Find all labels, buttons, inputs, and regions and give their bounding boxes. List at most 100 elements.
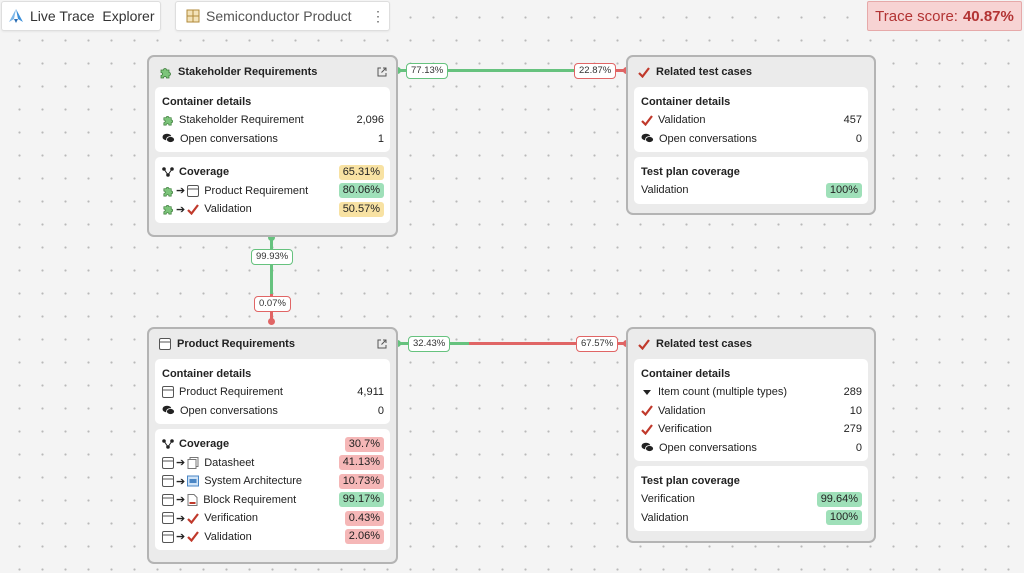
coverage-section: Coverage 65.31% ➔ Product Requirement 80…: [155, 157, 390, 223]
kebab-icon[interactable]: ⋮: [367, 8, 389, 25]
coverage-header: Coverage 30.7%: [162, 435, 384, 454]
coverage-row[interactable]: ➔ Datasheet 41.13%: [162, 454, 384, 473]
coverage-row[interactable]: ➔ Block Requirement 99.17%: [162, 491, 384, 510]
arrow-right-icon: ➔: [176, 203, 186, 216]
section-title: Test plan coverage: [641, 475, 740, 487]
arrow-right-icon: ➔: [176, 185, 186, 198]
external-link-icon[interactable]: [374, 64, 390, 80]
connector-dot: [268, 318, 275, 325]
detail-label: Item count (multiple types): [658, 386, 787, 399]
detail-row[interactable]: Item count (multiple types) 289: [641, 383, 862, 402]
coverage-label: Validation: [204, 530, 252, 543]
card-title: Related test cases: [656, 338, 752, 350]
connector-label-bottom-left[interactable]: 32.43%: [408, 336, 451, 352]
plan-label: Validation: [641, 184, 689, 197]
coverage-label: Datasheet: [204, 456, 255, 469]
coverage-badge: 99.17%: [338, 492, 384, 508]
plan-label: Verification: [641, 493, 695, 506]
detail-value: 0: [855, 132, 862, 145]
coverage-label: Block Requirement: [203, 493, 297, 506]
detail-value: 2,096: [356, 114, 384, 127]
check-icon: [638, 66, 650, 78]
coverage-title: Coverage: [179, 166, 230, 179]
project-selector[interactable]: Semiconductor Product ⋮: [175, 1, 390, 31]
stakeholder-requirements-card[interactable]: Stakeholder Requirements Container detai…: [147, 55, 398, 237]
detail-value: 0: [855, 441, 862, 454]
detail-label: Validation: [658, 114, 706, 127]
detail-row: Validation 10: [641, 402, 862, 421]
connector-label-top-right[interactable]: 22.87%: [574, 63, 617, 79]
related-test-cases-card-bottom[interactable]: Related test cases Container details Ite…: [626, 327, 876, 543]
table-icon: [162, 475, 174, 488]
check-icon: [638, 338, 650, 350]
connector-label-vertical-top[interactable]: 99.93%: [251, 249, 294, 265]
container-details-section: Container details Validation 457 Open co…: [634, 87, 868, 152]
detail-row: Open conversations 0: [162, 402, 384, 421]
coverage-row[interactable]: ➔ Validation 50.57%: [162, 200, 384, 219]
detail-label: Open conversations: [659, 132, 757, 145]
check-icon: [641, 424, 653, 435]
detail-row: Open conversations 0: [641, 130, 862, 149]
arrow-right-icon: ➔: [176, 512, 186, 525]
container-details-section: Container details Product Requirement 4,…: [155, 359, 390, 424]
connector-vertical-green: [270, 236, 273, 294]
card-title: Related test cases: [656, 66, 752, 78]
check-icon: [641, 115, 653, 126]
card-title: Stakeholder Requirements: [178, 66, 318, 78]
detail-label: Verification: [658, 423, 712, 436]
connector-label-top-left[interactable]: 77.13%: [406, 63, 449, 79]
plan-label: Validation: [641, 511, 689, 524]
product-requirements-card[interactable]: Product Requirements Container details P…: [147, 327, 398, 564]
arrow-right-icon: ➔: [176, 457, 186, 470]
plan-badge: 99.64%: [816, 491, 862, 507]
check-icon: [187, 204, 200, 215]
coverage-header: Coverage 65.31%: [162, 163, 384, 182]
check-icon: [641, 405, 653, 417]
section-title: Container details: [641, 96, 731, 108]
card-title: Product Requirements: [177, 338, 295, 350]
coverage-row[interactable]: ➔ Product Requirement 80.06%: [162, 182, 384, 201]
external-link-icon[interactable]: [374, 336, 390, 352]
section-title: Test plan coverage: [641, 166, 740, 178]
table-icon: [186, 9, 200, 23]
detail-label: Open conversations: [659, 441, 757, 454]
trace-score-value: 40.87%: [962, 7, 1014, 25]
architecture-icon: [187, 475, 200, 487]
coverage-badge: 2.06%: [344, 529, 384, 545]
section-title: Container details: [162, 368, 252, 380]
coverage-badge: 0.43%: [344, 510, 384, 526]
coverage-row[interactable]: ➔ Verification 0.43%: [162, 509, 384, 528]
chat-icon: [641, 133, 654, 144]
coverage-badge: 65.31%: [338, 164, 384, 180]
detail-label: Stakeholder Requirement: [179, 114, 304, 127]
chat-icon: [641, 442, 654, 453]
coverage-label: System Architecture: [204, 475, 303, 488]
puzzle-icon: [159, 66, 172, 79]
caret-down-icon[interactable]: [641, 387, 653, 397]
detail-label: Open conversations: [180, 132, 278, 145]
detail-label: Validation: [658, 404, 706, 417]
connector-label-bottom-right[interactable]: 67.57%: [576, 336, 619, 352]
coverage-badge: 10.73%: [338, 473, 384, 489]
app-title: Live Trace Explorer: [30, 8, 155, 24]
trace-score-label: Trace score:: [875, 7, 958, 25]
puzzle-icon: [162, 114, 174, 126]
table-icon: [187, 184, 200, 197]
container-details-section: Container details Stakeholder Requiremen…: [155, 87, 390, 152]
detail-value: 1: [377, 132, 384, 145]
coverage-row[interactable]: ➔ Validation 2.06%: [162, 528, 384, 547]
detail-row: Product Requirement 4,911: [162, 383, 384, 402]
detail-label: Open conversations: [180, 404, 278, 417]
puzzle-icon: [162, 203, 174, 215]
detail-row: Open conversations 1: [162, 130, 384, 149]
detail-label: Product Requirement: [179, 386, 283, 399]
detail-row: Verification 279: [641, 420, 862, 439]
coverage-section: Coverage 30.7% ➔ Datasheet 41.13% ➔ Syst…: [155, 429, 390, 550]
coverage-row[interactable]: ➔ System Architecture 10.73%: [162, 472, 384, 491]
related-test-cases-card-top[interactable]: Related test cases Container details Val…: [626, 55, 876, 215]
network-icon: [162, 167, 174, 178]
section-title: Container details: [641, 368, 731, 380]
table-icon: [162, 530, 174, 543]
connector-label-vertical-bottom[interactable]: 0.07%: [254, 296, 291, 312]
plan-row: Verification 99.64%: [641, 490, 862, 509]
